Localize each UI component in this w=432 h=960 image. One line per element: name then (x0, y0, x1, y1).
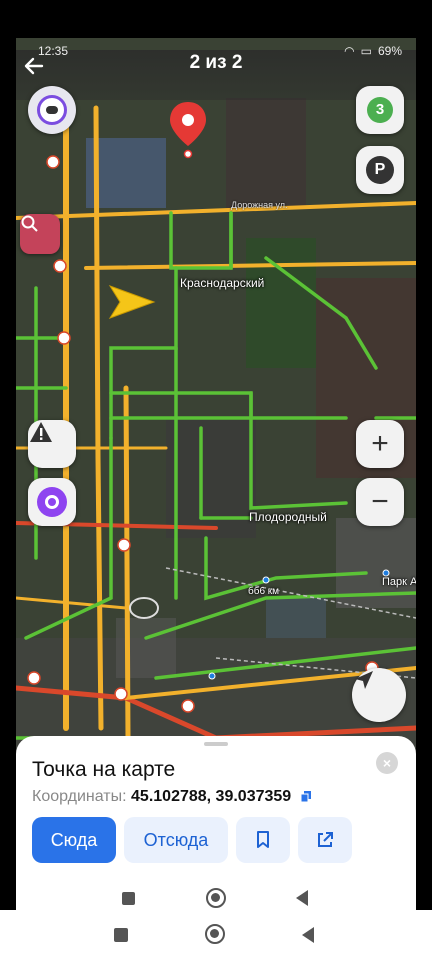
bookmark-icon (257, 831, 269, 848)
home-icon[interactable] (205, 924, 225, 944)
map-view[interactable]: 12:35 ◠ ▭ 69% 2 из 2 Краснодарский Плодо… (16, 38, 416, 798)
km-marker-label: бб6 км (248, 586, 280, 597)
zoom-search-button[interactable] (20, 214, 60, 254)
close-button[interactable]: × (376, 752, 398, 774)
back-triangle-icon[interactable] (302, 927, 314, 943)
share-icon (318, 832, 333, 847)
route-from-button[interactable]: Отсюда (124, 817, 228, 863)
magnifier-icon (21, 215, 38, 232)
avatar (37, 95, 67, 125)
locality-label: Плодородный (249, 510, 327, 524)
top-bezel (0, 0, 432, 38)
layers-button[interactable]: 3 (356, 86, 404, 134)
layers-count-badge: 3 (367, 97, 393, 123)
parking-button[interactable]: P (356, 146, 404, 194)
system-nav-bar (0, 910, 432, 960)
my-location-button[interactable] (352, 668, 406, 722)
recent-apps-icon[interactable] (122, 892, 135, 905)
zoom-in-button[interactable]: + (356, 420, 404, 468)
back-triangle-icon[interactable] (296, 890, 308, 906)
share-button[interactable] (298, 817, 352, 863)
parking-icon: P (366, 156, 394, 184)
street-label: Дорожная ул. (231, 200, 288, 210)
inner-nav-bar (16, 878, 416, 910)
coordinates-row: Координаты: 45.102788, 39.037359 (32, 788, 311, 806)
home-icon[interactable] (206, 888, 226, 908)
warning-icon (30, 422, 52, 442)
park-label: Парк А (382, 576, 416, 588)
sheet-drag-handle[interactable] (204, 742, 228, 746)
profile-button[interactable] (28, 86, 76, 134)
current-position-arrow-icon (108, 282, 156, 322)
coordinates-label: Координаты: (32, 788, 127, 805)
alice-icon (37, 487, 67, 517)
recent-apps-icon[interactable] (114, 928, 128, 942)
navigation-arrow-icon (355, 671, 373, 689)
locality-label: Краснодарский (180, 276, 265, 290)
location-pin-icon[interactable] (166, 100, 210, 162)
copy-icon[interactable] (300, 789, 311, 803)
place-title: Точка на карте (32, 758, 176, 781)
zoom-out-button[interactable]: − (356, 478, 404, 526)
page-title: 2 из 2 (189, 52, 243, 73)
alice-assistant-button[interactable] (28, 478, 76, 526)
route-here-button[interactable]: Сюда (32, 817, 116, 863)
coordinates-value[interactable]: 45.102788, 39.037359 (131, 788, 291, 805)
report-incident-button[interactable] (28, 420, 76, 468)
bookmark-button[interactable] (236, 817, 290, 863)
app-screen: 12:35 ◠ ▭ 69% 2 из 2 Краснодарский Плодо… (16, 38, 416, 910)
